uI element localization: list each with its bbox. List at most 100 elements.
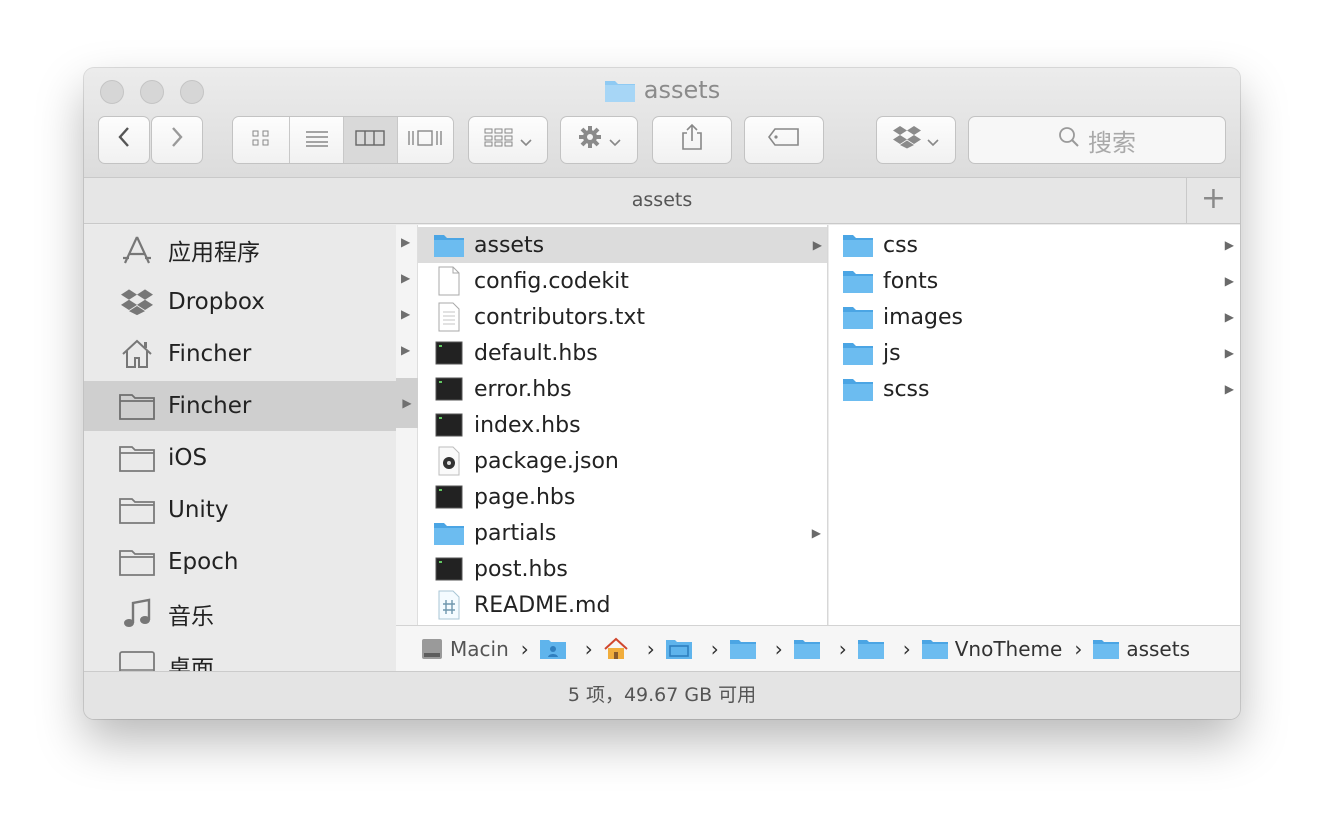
column-view-icon [355, 129, 385, 151]
list-item[interactable]: fonts ▶ [829, 263, 1240, 299]
folder-icon [793, 638, 821, 660]
sidebar-item-epoch[interactable]: Epoch [84, 537, 396, 587]
list-item[interactable]: images ▶ [829, 299, 1240, 335]
sidebar: 应用程序 Dropbox Fincher Fincher iOS Unity E… [84, 225, 396, 671]
folder-icon [118, 545, 156, 579]
hard-drive-icon [420, 637, 444, 661]
status-text: 5 项，49.67 GB 可用 [567, 684, 757, 706]
chevron-down-icon [520, 128, 532, 153]
icon-view-icon [251, 129, 271, 151]
list-item[interactable]: page.hbs [418, 479, 827, 515]
path-separator-icon: › [902, 636, 911, 661]
cover-flow-icon [407, 129, 443, 151]
path-segment-disk[interactable]: Macin [420, 637, 509, 661]
list-view-icon [304, 129, 330, 151]
sidebar-item-unity[interactable]: Unity [84, 485, 396, 535]
tags-button[interactable] [744, 116, 824, 164]
disclosure-triangle-icon[interactable]: ▶ [401, 343, 410, 357]
new-tab-button[interactable]: + [1186, 178, 1240, 223]
path-segment-folder[interactable] [665, 638, 699, 660]
path-segment-folder[interactable] [857, 638, 891, 660]
terminal-file-icon [432, 338, 466, 368]
terminal-file-icon [432, 554, 466, 584]
gear-icon [577, 124, 603, 156]
list-item[interactable]: assets ▶ [418, 227, 827, 263]
terminal-file-icon [432, 410, 466, 440]
icon-view-button[interactable] [233, 117, 291, 163]
sidebar-item-fincher-folder[interactable]: Fincher [84, 381, 396, 431]
list-item[interactable]: package.json [418, 443, 827, 479]
home-icon [118, 337, 156, 371]
music-icon [118, 597, 156, 631]
disclosure-triangle-icon[interactable]: ▶ [401, 235, 410, 249]
path-segment-assets[interactable]: assets [1092, 637, 1190, 661]
folder-icon [432, 230, 466, 260]
share-button[interactable] [652, 116, 732, 164]
path-separator-icon: › [774, 636, 783, 661]
disclosure-triangle-icon[interactable]: ▶ [401, 307, 410, 321]
sidebar-item-desktop[interactable]: 桌面 [84, 641, 396, 671]
finder-window: assets 搜索 assets + 应用程序 Dropbox Fincher … [84, 68, 1240, 719]
chevron-down-icon [609, 128, 621, 153]
terminal-file-icon [432, 374, 466, 404]
sidebar-item-music[interactable]: 音乐 [84, 589, 396, 639]
list-item[interactable]: post.hbs [418, 551, 827, 587]
chevron-left-icon [117, 126, 131, 154]
tab-assets[interactable]: assets [632, 189, 692, 211]
action-button[interactable] [560, 116, 638, 164]
arrange-button[interactable] [468, 116, 548, 164]
chevron-right-icon: ▶ [1224, 310, 1234, 324]
file-column-2: css ▶ fonts ▶ images ▶ js ▶ scss ▶ [829, 225, 1240, 625]
path-segment-home[interactable] [603, 637, 635, 661]
list-item[interactable]: js ▶ [829, 335, 1240, 371]
folder-icon [604, 77, 636, 109]
chevron-right-icon: ▶ [1224, 238, 1234, 252]
disclosure-triangle-icon[interactable]: ▶ [401, 271, 410, 285]
status-bar: 5 项，49.67 GB 可用 [84, 671, 1240, 719]
path-segment-vnotheme[interactable]: VnoTheme [921, 637, 1062, 661]
path-separator-icon: › [646, 636, 655, 661]
sidebar-item-ios[interactable]: iOS [84, 433, 396, 483]
folder-icon [841, 230, 875, 260]
list-item[interactable]: default.hbs [418, 335, 827, 371]
sidebar-item-dropbox[interactable]: Dropbox [84, 277, 396, 327]
folder-icon [432, 518, 466, 548]
folder-icon [1092, 638, 1120, 660]
folder-icon [118, 389, 156, 423]
back-button[interactable] [98, 116, 150, 164]
column-view-button[interactable] [344, 117, 398, 163]
path-segment-user[interactable] [539, 638, 573, 660]
desktop-icon [118, 649, 156, 671]
path-segment-folder[interactable] [729, 638, 763, 660]
list-view-button[interactable] [290, 117, 344, 163]
forward-button[interactable] [151, 116, 203, 164]
sidebar-selection-arrow: ▶ [396, 378, 418, 428]
path-segment-folder[interactable] [793, 638, 827, 660]
list-item[interactable]: contributors.txt [418, 299, 827, 335]
sidebar-item-home[interactable]: Fincher [84, 329, 396, 379]
list-item[interactable]: index.hbs [418, 407, 827, 443]
folder-icon [729, 638, 757, 660]
list-item[interactable]: css ▶ [829, 227, 1240, 263]
folder-icon [118, 441, 156, 475]
folder-icon [857, 638, 885, 660]
view-mode-selector[interactable] [232, 116, 454, 164]
chevron-right-icon [170, 126, 184, 154]
share-icon [681, 123, 703, 157]
file-column-1: assets ▶ config.codekit contributors.txt… [418, 225, 828, 625]
list-item[interactable]: error.hbs [418, 371, 827, 407]
list-item[interactable]: partials ▶ [418, 515, 827, 551]
list-item[interactable]: README.md [418, 587, 827, 623]
user-folder-icon [539, 638, 567, 660]
text-document-icon [432, 302, 466, 332]
chevron-down-icon [927, 128, 939, 153]
list-item[interactable]: config.codekit [418, 263, 827, 299]
list-item[interactable]: scss ▶ [829, 371, 1240, 407]
search-field[interactable]: 搜索 [968, 116, 1226, 164]
folder-icon [118, 493, 156, 527]
dropbox-button[interactable] [876, 116, 956, 164]
chevron-right-icon: ▶ [811, 526, 821, 540]
path-separator-icon: › [584, 636, 593, 661]
cover-flow-button[interactable] [397, 117, 453, 163]
sidebar-item-applications[interactable]: 应用程序 [84, 225, 396, 275]
